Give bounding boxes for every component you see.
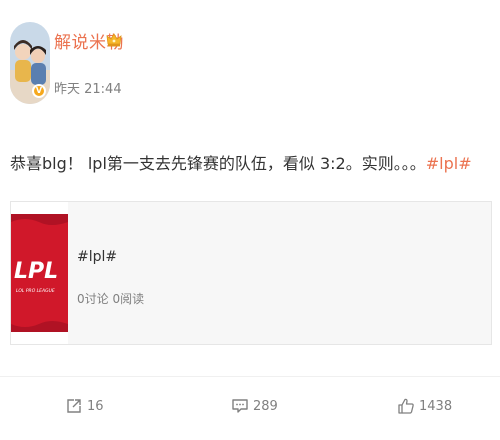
lpl-logo: LPL LOL PRO LEAGUE (11, 202, 68, 344)
post-hashtag-link[interactable]: #lpl# (426, 154, 472, 173)
like-count: 1438 (419, 398, 453, 414)
post-body: 恭喜blg！ lpl第一支去先锋赛的队伍，看似 3:2。实则。。。 (10, 154, 426, 173)
weibo-post: V 解说米勒 昨天 21:44 恭喜blg！ lpl第一支去先锋赛的队伍，看似 … (0, 0, 500, 440)
repost-count: 16 (87, 398, 104, 414)
lpl-logo-text: LPL (14, 259, 58, 284)
like-icon (398, 398, 414, 414)
repost-icon (67, 399, 81, 413)
lpl-logo-subtext: LOL PRO LEAGUE (16, 288, 55, 294)
topic-card[interactable]: LPL LOL PRO LEAGUE #lpl# 0讨论 0阅读 (10, 201, 492, 345)
like-button[interactable]: 1438 (397, 395, 452, 417)
verified-icon: V (32, 84, 46, 98)
crown-icon (106, 33, 122, 47)
comment-icon (232, 399, 248, 413)
card-meta: 0讨论 0阅读 (77, 292, 145, 306)
post-text: 恭喜blg！ lpl第一支去先锋赛的队伍，看似 3:2。实则。。。#lpl# (10, 150, 472, 174)
post-timestamp[interactable]: 昨天 21:44 (54, 78, 122, 97)
card-title[interactable]: #lpl# (77, 249, 117, 265)
footer-divider (0, 376, 500, 377)
repost-button[interactable]: 16 (65, 395, 104, 417)
comment-button[interactable]: 289 (231, 395, 278, 417)
comment-count: 289 (253, 398, 278, 414)
